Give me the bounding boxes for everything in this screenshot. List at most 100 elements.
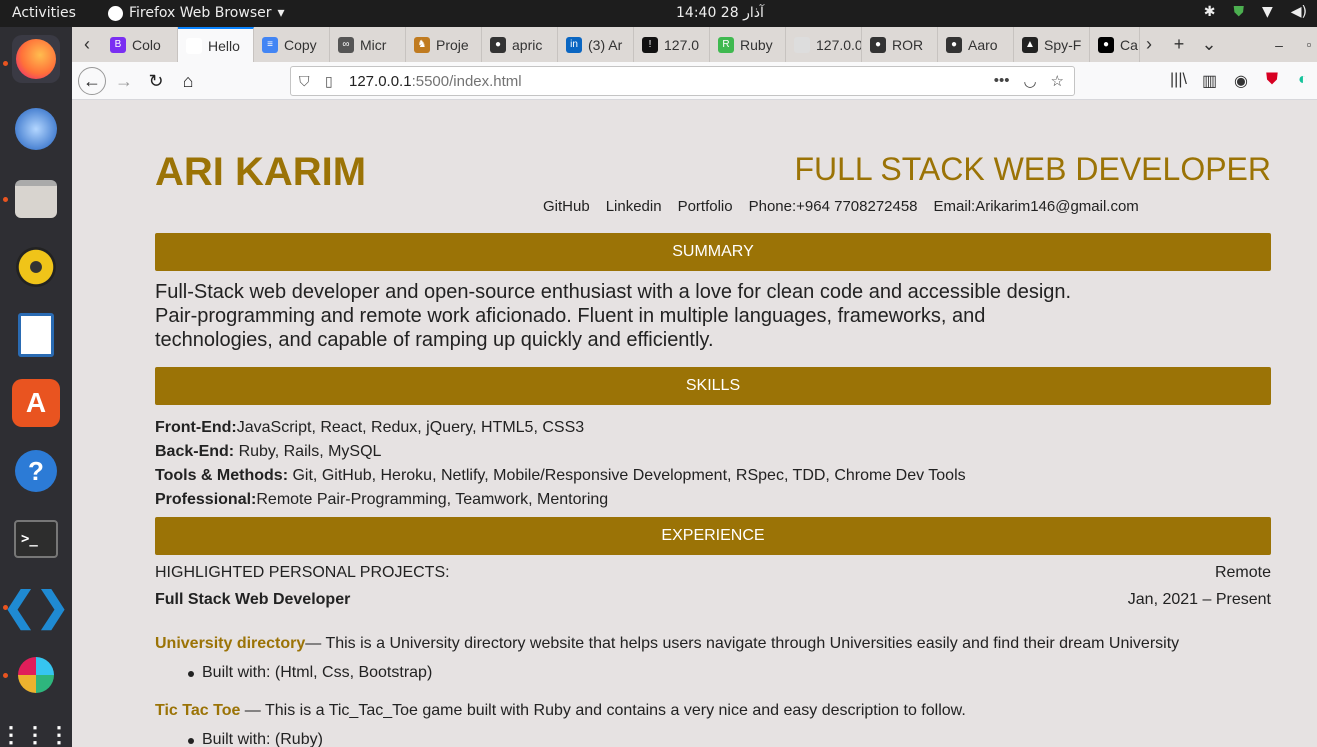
app-menu[interactable]: Firefox Web Browser ▾ [108,5,285,21]
system-top-bar: Activities Firefox Web Browser ▾ 14:40 2… [0,0,1317,27]
help-icon[interactable]: ? [12,447,60,495]
browser-tab[interactable]: R Ruby [710,27,786,62]
ublock-icon[interactable]: ⛊ [1266,71,1278,89]
portfolio-link[interactable]: Portfolio [678,198,733,215]
minimize-window-icon[interactable]: – [1264,27,1294,62]
reload-button[interactable]: ↻ [142,67,170,95]
tracking-protection-icon[interactable]: ⛉ [299,73,310,90]
back-button[interactable]: ← [78,67,106,95]
contact-links: GitHub Linkedin Portfolio Phone:+964 770… [543,198,1139,215]
project-title-link[interactable]: Tic Tac Toe [155,702,240,719]
navigation-toolbar: ← → ↻ ⌂ ⛉ ▯ 127.0.0.1:5500/index.html ••… [72,62,1317,100]
grammarly-icon[interactable]: ◐ [1298,71,1308,89]
wifi-icon[interactable]: ▼ [1262,4,1273,20]
show-applications-icon[interactable]: ⋮⋮⋮ [0,711,70,747]
browser-tab[interactable]: ● Aaro [938,27,1014,62]
tab-label: Micr [360,36,387,53]
experience-role-row: Full Stack Web Developer Jan, 2021 – Pre… [155,591,1271,609]
maximize-window-icon[interactable]: ▫ [1294,27,1317,62]
url-path: :5500/index.html [411,73,522,90]
vscode-icon[interactable]: ❮❯ [2,583,69,631]
new-tab-icon[interactable]: + [1164,27,1194,62]
tab-favicon-icon: R [718,36,734,53]
project-title-link[interactable]: University directory [155,635,305,652]
experience-role: Full Stack Web Developer [155,591,351,608]
tab-label: Colo [132,36,161,53]
software-center-icon[interactable]: A [12,379,60,427]
clock[interactable]: 14:40 28 آذار [676,5,764,21]
project-item: University directory— This is a Universi… [155,635,1179,653]
tab-label: 127.0.0. [816,36,862,53]
list-all-tabs-icon[interactable]: ⌄ [1194,27,1224,62]
slack-icon[interactable] [12,651,60,699]
page-info-icon[interactable]: ▯ [325,73,333,90]
sidebar-icon[interactable]: ▥ [1202,71,1217,91]
files-icon[interactable] [12,175,60,223]
tab-label: Hello [208,37,240,54]
accessibility-icon[interactable]: ✱ [1204,4,1216,20]
scroll-tabs-right-icon[interactable]: › [1134,27,1164,62]
browser-tab[interactable]: ♞ Proje [406,27,482,62]
skills-heading: SKILLS [155,367,1271,405]
libreoffice-writer-icon[interactable] [12,311,60,359]
firefox-icon[interactable] [12,35,60,83]
browser-tab[interactable]: ▲ Spy-F [1014,27,1090,62]
browser-tab[interactable]: Hello× [178,27,254,62]
browser-tab[interactable]: ! 127.0 [634,27,710,62]
tab-strip: ‹ B Colo Hello× ≡ Copy ∞ Micr ♞ Proje ● apric in (3)… [72,27,1317,62]
browser-tab[interactable]: ≡ Copy [254,27,330,62]
forward-button[interactable]: → [110,67,138,95]
browser-tab[interactable]: ● ROR [862,27,938,62]
running-indicator [3,673,8,678]
page-actions-icon[interactable]: ••• [994,72,1010,90]
browser-tab[interactable]: 127.0.0. [786,27,862,62]
account-icon[interactable]: ◉ [1234,71,1248,91]
experience-dates: Jan, 2021 – Present [1127,591,1271,608]
project-description: — This is a Tic_Tac_Toe game built with … [240,702,966,719]
terminal-icon[interactable]: >_ [12,515,60,563]
skill-value: JavaScript, React, Redux, jQuery, HTML5,… [236,419,585,436]
skill-value: Remote Pair-Programming, Teamwork, Mento… [256,491,609,508]
github-link[interactable]: GitHub [543,198,590,215]
skill-value: Git, GitHub, Heroku, Netlify, Mobile/Res… [288,467,966,484]
thunderbird-icon[interactable] [12,105,60,153]
url-actions: ••• ◡ ☆ [994,72,1064,90]
browser-tab[interactable]: ● apric [482,27,558,62]
skill-row: Front-End:JavaScript, React, Redux, jQue… [155,416,966,440]
tab-label: ROR [892,36,924,53]
scroll-tabs-left-icon[interactable]: ‹ [72,27,102,62]
home-button[interactable]: ⌂ [174,67,202,95]
browser-tab[interactable]: B Colo [102,27,178,62]
tab-label: Aaro [968,36,998,53]
library-icon[interactable]: |||\ [1170,71,1187,89]
experience-heading: EXPERIENCE [155,517,1271,555]
url-host: 127.0.0.1 [349,73,412,90]
skill-label: Tools & Methods: [155,467,289,484]
app-menu-label: Firefox Web Browser [129,5,272,21]
caret-down-icon: ▾ [277,5,285,21]
tab-favicon-icon: ● [1098,36,1114,53]
tab-label: Copy [284,36,317,53]
tab-favicon-icon: ∞ [338,36,354,53]
volume-icon[interactable]: ◀) [1291,4,1307,20]
phone-text: Phone:+964 7708272458 [748,198,918,215]
browser-tab[interactable]: ● Ca [1090,27,1140,62]
tab-label: 127.0 [664,36,700,53]
shield-icon[interactable]: ⛊ [1233,4,1244,20]
summary-line: technologies, and capable of ramping up … [155,329,714,351]
tab-label: apric [512,36,543,53]
page-content: ARI KARIM FULL STACK WEB DEVELOPER GitHu… [72,100,1317,747]
linkedin-link[interactable]: Linkedin [606,198,662,215]
url-bar[interactable]: ⛉ ▯ 127.0.0.1:5500/index.html ••• ◡ ☆ [290,66,1075,96]
browser-tab[interactable]: in (3) Ar [558,27,634,62]
bookmark-star-icon[interactable]: ☆ [1051,72,1064,90]
system-tray[interactable]: ✱ ⛊ ▼ ◀) [1204,4,1307,20]
email-link[interactable]: Email:Arikarim146@gmail.com [934,198,1139,215]
running-indicator [3,197,8,202]
pocket-icon[interactable]: ◡ [1023,72,1036,90]
rhythmbox-icon[interactable] [12,243,60,291]
browser-tab[interactable]: ∞ Micr [330,27,406,62]
url-text[interactable]: 127.0.0.1:5500/index.html [349,73,522,90]
skill-row: Back-End: Ruby, Rails, MySQL [155,440,966,464]
activities-button[interactable]: Activities [12,5,76,21]
